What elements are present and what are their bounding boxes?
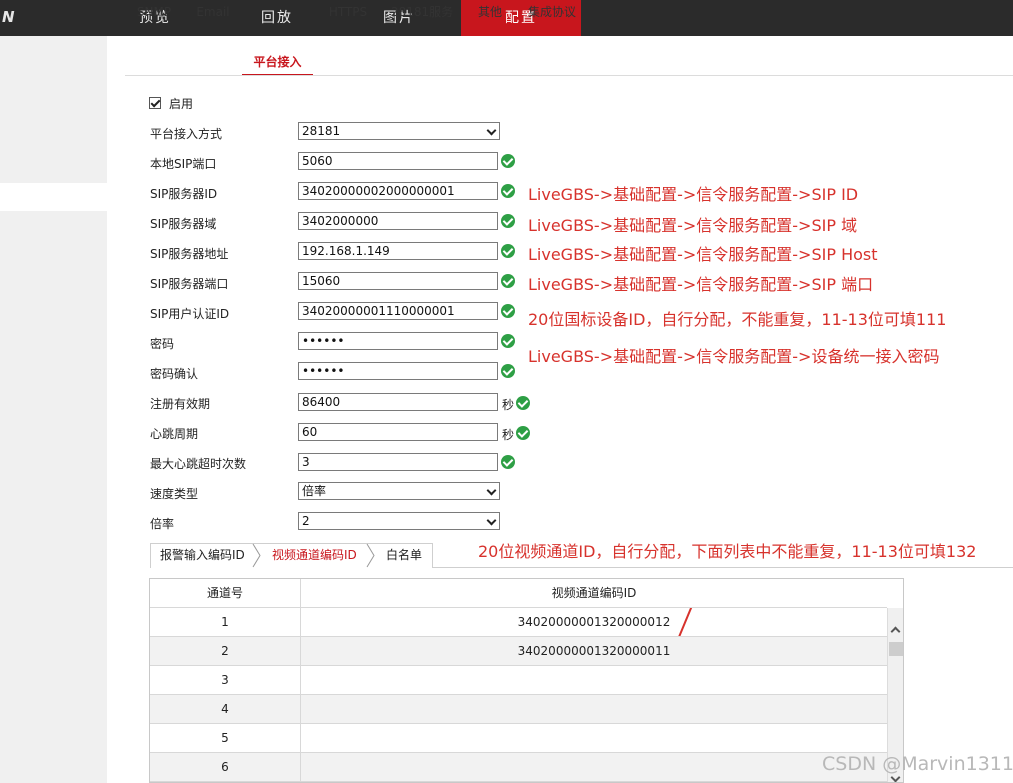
annotation-channel-id: 20位视频通道ID，自行分配，下面列表中不能重复，11-13位可填132 [478,542,977,561]
speed-type-select[interactable]: 倍率 [298,482,500,500]
check-icon [516,396,530,410]
scroll-up-icon[interactable] [890,626,901,637]
column-header-video-channel-id: 视频通道编码ID [551,586,637,600]
channel-no-cell: 4 [150,695,301,724]
nav-playback[interactable]: 回放 [217,0,337,36]
annotation-sip-host: LiveGBS->基础配置->信令服务配置->SIP Host [528,245,878,264]
seconds-unit: 秒 [502,428,515,442]
seconds-unit: 秒 [502,398,515,412]
check-icon [501,304,515,318]
sip-user-auth-id-input[interactable]: 34020000001110000001 [298,302,498,320]
annotation-password: LiveGBS->基础配置->信令服务配置->设备统一接入密码 [528,347,940,366]
rate-select[interactable]: 2 [298,512,500,530]
tab-https[interactable]: HTTPS [327,0,369,26]
password-input[interactable]: •••••• [298,332,498,350]
sip-server-id-input[interactable]: 34020000002000000001 [298,182,498,200]
tab-separator-icon [366,543,375,568]
tab-divider [125,75,1013,76]
channel-no-cell: 1 [150,608,301,637]
tab-snmp[interactable]: SNMP [135,0,173,26]
sip-server-domain-input[interactable]: 3402000000 [298,212,498,230]
sip-server-address-input[interactable]: 192.168.1.149 [298,242,498,260]
subtab-divider [433,567,1013,568]
table-row[interactable]: 6 [150,753,887,782]
channel-no-cell: 5 [150,724,301,753]
sip-user-auth-id-label: SIP用户认证ID [150,307,230,321]
subtab-alarm-input-id[interactable]: 报警输入编码ID [160,543,245,568]
channel-id-cell[interactable]: 34020000001320000011 [301,637,887,666]
channel-id-cell[interactable]: 34020000001320000012 [301,608,887,637]
left-menu-selected-item[interactable] [0,183,107,211]
check-icon [516,426,530,440]
annotation-sip-port: LiveGBS->基础配置->信令服务配置->SIP 端口 [528,275,874,294]
watermark: CSDN @Marvin1311 [822,753,1013,775]
chevron-down-icon [486,485,497,496]
sip-server-port-label: SIP服务器端口 [150,277,229,291]
channel-id-cell[interactable] [301,695,887,724]
access-mode-select[interactable]: 28181 [298,122,500,140]
chevron-down-icon [486,515,497,526]
channel-table: 通道号 视频通道编码ID 1 34020000001320000012 2 34… [149,578,904,783]
table-row[interactable]: 4 [150,695,887,724]
channel-id-cell[interactable] [301,666,887,695]
rate-value: 2 [302,514,310,528]
column-header-channel-no: 通道号 [150,579,301,608]
table-row[interactable]: 1 34020000001320000012 [150,608,887,637]
sip-server-port-input[interactable]: 15060 [298,272,498,290]
speed-type-value: 倍率 [302,484,327,498]
sip-server-domain-label: SIP服务器域 [150,217,217,231]
sip-server-id-label: SIP服务器ID [150,187,218,201]
check-icon [501,455,515,469]
check-icon [501,334,515,348]
max-heartbeat-timeout-label: 最大心跳超时次数 [150,457,247,471]
rate-label: 倍率 [150,517,175,531]
annotation-sip-id: LiveGBS->基础配置->信令服务配置->SIP ID [528,185,859,204]
local-sip-port-label: 本地SIP端口 [150,157,217,171]
brand-logo: N [2,8,15,26]
annotation-sip-domain: LiveGBS->基础配置->信令服务配置->SIP 域 [528,216,858,235]
channel-id-cell[interactable] [301,753,887,782]
channel-no-cell: 3 [150,666,301,695]
heartbeat-label: 心跳周期 [150,427,199,441]
check-icon [501,154,515,168]
table-header-row: 通道号 视频通道编码ID [150,579,887,608]
check-icon [501,364,515,378]
password-label: 密码 [150,337,175,351]
table-row[interactable]: 5 [150,724,887,753]
register-expiry-label: 注册有效期 [150,397,211,411]
register-expiry-input[interactable]: 86400 [298,393,498,411]
tab-email[interactable]: Email [195,0,231,26]
channel-no-cell: 6 [150,753,301,782]
enable-checkbox[interactable] [149,97,161,109]
scrollbar-thumb[interactable] [889,642,903,656]
access-mode-label: 平台接入方式 [150,127,223,141]
access-mode-value: 28181 [302,124,341,138]
password-confirm-label: 密码确认 [150,367,199,381]
annotation-device-id: 20位国标设备ID，自行分配，不能重复，11-13位可填111 [528,310,947,329]
left-menu [0,36,107,783]
tab-28181-service[interactable]: 28181服务 [391,0,453,26]
check-icon [501,244,515,258]
sip-server-address-label: SIP服务器地址 [150,247,229,261]
chevron-down-icon [486,125,497,136]
max-heartbeat-timeout-input[interactable]: 3 [298,453,498,471]
tab-other[interactable]: 其他 [475,0,505,26]
tab-platform-access[interactable]: 平台接入 [242,50,313,76]
subtab-video-channel-id[interactable]: 视频通道编码ID [272,543,357,568]
local-sip-port-input[interactable]: 5060 [298,152,498,170]
table-row[interactable]: 3 [150,666,887,695]
check-icon [501,274,515,288]
channel-no-cell: 2 [150,637,301,666]
enable-label: 启用 [169,97,194,111]
speed-type-label: 速度类型 [150,487,199,501]
heartbeat-input[interactable]: 60 [298,423,498,441]
password-confirm-input[interactable]: •••••• [298,362,498,380]
table-row[interactable]: 2 34020000001320000011 [150,637,887,666]
tab-separator-icon [252,543,261,568]
subtab-whitelist[interactable]: 白名单 [386,543,422,568]
tab-integration-protocol[interactable]: 集成协议 [526,0,578,26]
check-icon [501,184,515,198]
check-icon [501,214,515,228]
channel-id-cell[interactable] [301,724,887,753]
